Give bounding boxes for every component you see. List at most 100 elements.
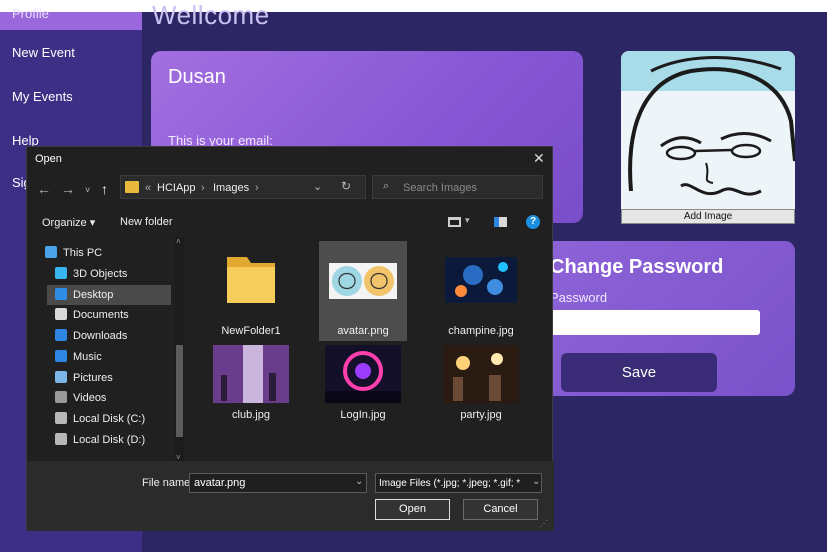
view-options-icon[interactable] [448, 217, 461, 227]
nav-item-label: Documents [73, 309, 129, 321]
refresh-icon[interactable]: ↻ [341, 179, 351, 193]
chevron-down-icon[interactable]: ▾ [465, 215, 470, 226]
nav-item-desktop[interactable]: Desktop [47, 285, 171, 305]
scrollbar-thumb[interactable] [176, 345, 183, 437]
chevron-down-icon[interactable]: ˅ [85, 185, 90, 195]
file-name: avatar.png [337, 325, 389, 337]
organize-menu[interactable]: Organize ▾ [42, 216, 95, 229]
password-card: Change Password Password Save [540, 241, 795, 396]
nav-item-label: This PC [63, 247, 103, 259]
nav-item-videos[interactable]: Videos [51, 388, 183, 408]
up-arrow-icon[interactable]: ↑ [101, 181, 108, 197]
address-bar[interactable]: « HCIApp › Images › ⌄ ↻ [120, 175, 366, 199]
preview-pane-icon[interactable] [494, 217, 507, 227]
file-name: NewFolder1 [221, 325, 281, 337]
nav-item-local-disk-c[interactable]: Local Disk (C:) [51, 409, 183, 429]
nav-item-3d-objects[interactable]: 3D Objects [51, 264, 183, 284]
search-icon: ⌕ [383, 180, 390, 192]
file-item-newfolder1[interactable]: NewFolder1 [207, 241, 295, 341]
nav-item-label: Videos [73, 392, 107, 404]
window-top-strip [0, 0, 827, 12]
user-name: Dusan [168, 66, 226, 88]
disk-icon [55, 412, 67, 424]
file-type-select[interactable]: Image Files (*.jpg; *.jpeg; *.gif; * ⌄ [375, 473, 542, 493]
image-thumbnail [325, 345, 401, 403]
password-input[interactable] [550, 310, 760, 335]
dialog-footer: File name: avatar.png ⌄ Image Files (*.j… [27, 461, 554, 531]
scroll-up-icon[interactable]: ˄ [176, 237, 181, 246]
disk-icon [55, 433, 67, 445]
file-name: party.jpg [460, 409, 502, 421]
open-button[interactable]: Open [375, 499, 450, 520]
file-item-club[interactable]: club.jpg [207, 345, 295, 425]
add-image-button[interactable]: Add Image [621, 209, 795, 224]
breadcrumb-separator: › [201, 182, 205, 194]
sidebar-item-label: Profile [12, 6, 49, 21]
back-arrow-icon[interactable]: ← [37, 181, 51, 197]
sidebar-item-new-event[interactable]: New Event [12, 45, 75, 60]
cancel-button[interactable]: Cancel [463, 499, 538, 520]
avatar [621, 51, 795, 224]
nav-item-label: Desktop [73, 289, 114, 301]
image-thumbnail [443, 345, 519, 403]
save-button[interactable]: Save [561, 353, 717, 392]
video-icon [55, 391, 67, 403]
folder-icon [227, 257, 275, 303]
file-name-label: File name: [142, 477, 194, 489]
nav-item-label: Local Disk (C:) [73, 413, 146, 425]
file-name: club.jpg [232, 409, 270, 421]
file-name: champine.jpg [448, 325, 514, 337]
image-thumbnail [213, 345, 289, 403]
file-item-login[interactable]: LogIn.jpg [319, 345, 407, 425]
nav-item-label: Pictures [73, 372, 113, 384]
nav-item-local-disk-d[interactable]: Local Disk (D:) [51, 430, 183, 450]
breadcrumb-images[interactable]: Images [213, 182, 249, 194]
file-name-input[interactable]: avatar.png ⌄ [189, 473, 367, 493]
file-name: LogIn.jpg [340, 409, 386, 421]
page-title: Wellcome [152, 0, 270, 30]
sidebar-item-my-events[interactable]: My Events [12, 89, 73, 104]
sidebar-item-profile[interactable]: Profile [0, 6, 142, 30]
document-icon [55, 308, 67, 320]
nav-item-label: Local Disk (D:) [73, 434, 146, 446]
forward-arrow-icon[interactable]: → [61, 181, 75, 197]
chevron-down-icon: ⌄ [530, 476, 541, 487]
breadcrumb-hciapp[interactable]: HCIApp [157, 182, 196, 194]
music-icon [55, 350, 67, 362]
nav-item-this-pc[interactable]: This PC [41, 243, 173, 263]
resize-grip-icon[interactable]: ⋰ [540, 519, 548, 528]
search-box[interactable]: ⌕ Search Images [372, 175, 543, 199]
nav-item-music[interactable]: Music [51, 347, 183, 367]
nav-item-pictures[interactable]: Pictures [51, 368, 183, 388]
nav-item-label: Downloads [73, 330, 128, 342]
breadcrumb-overflow[interactable]: « [145, 182, 151, 194]
password-card-title: Change Password [550, 256, 724, 278]
chevron-down-icon[interactable]: ⌄ [313, 180, 322, 193]
pc-icon [45, 246, 57, 258]
file-item-champine[interactable]: champine.jpg [437, 241, 525, 341]
picture-icon [55, 371, 67, 383]
image-thumbnail [445, 257, 517, 303]
nav-item-label: Music [73, 351, 102, 363]
new-folder-button[interactable]: New folder [120, 216, 173, 228]
nav-item-downloads[interactable]: Downloads [51, 326, 183, 346]
image-thumbnail [329, 263, 397, 299]
file-item-avatar[interactable]: avatar.png [319, 241, 407, 341]
download-icon [55, 329, 67, 341]
dialog-title: Open [35, 153, 62, 165]
file-item-party[interactable]: party.jpg [437, 345, 525, 425]
avatar-image [621, 51, 795, 211]
close-icon[interactable]: ✕ [533, 150, 545, 167]
desktop-icon [55, 288, 67, 300]
nav-item-label: 3D Objects [73, 268, 128, 280]
nav-item-documents[interactable]: Documents [51, 305, 183, 325]
help-icon[interactable]: ? [526, 215, 540, 229]
folder-icon [125, 181, 139, 193]
file-name-value: avatar.png [194, 477, 246, 489]
breadcrumb-separator: › [255, 182, 259, 194]
cube-icon [55, 267, 67, 279]
chevron-down-icon[interactable]: ⌄ [355, 476, 363, 487]
file-type-value: Image Files (*.jpg; *.jpeg; *.gif; * [379, 478, 521, 489]
nav-scrollbar[interactable]: ˄ ˅ [175, 237, 184, 467]
open-file-dialog: Open ✕ ← → ˅ ↑ « HCIApp › Images › ⌄ ↻ ⌕… [26, 146, 554, 531]
